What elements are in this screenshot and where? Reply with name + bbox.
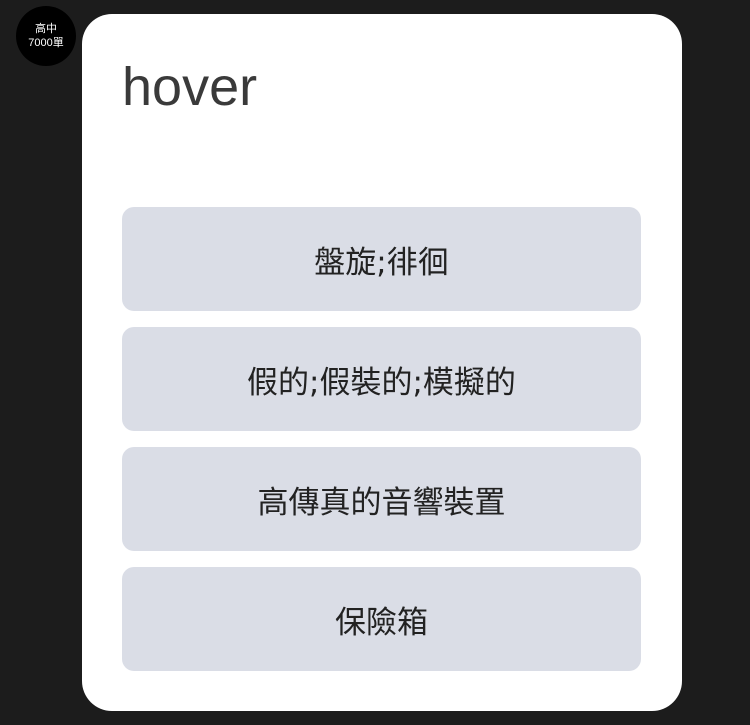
level-badge: 高中 7000單 xyxy=(16,6,76,66)
badge-level: 高中 xyxy=(35,23,57,35)
badge-count: 7000單 xyxy=(28,37,64,49)
option-button[interactable]: 高傳真的音響裝置 xyxy=(122,447,641,551)
option-button[interactable]: 假的;假裝的;模擬的 xyxy=(122,327,641,431)
option-button[interactable]: 盤旋;徘徊 xyxy=(122,207,641,311)
quiz-word: hover xyxy=(122,57,258,117)
option-button[interactable]: 保險箱 xyxy=(122,567,641,671)
quiz-card: hover 盤旋;徘徊 假的;假裝的;模擬的 高傳真的音響裝置 保險箱 xyxy=(82,14,682,711)
